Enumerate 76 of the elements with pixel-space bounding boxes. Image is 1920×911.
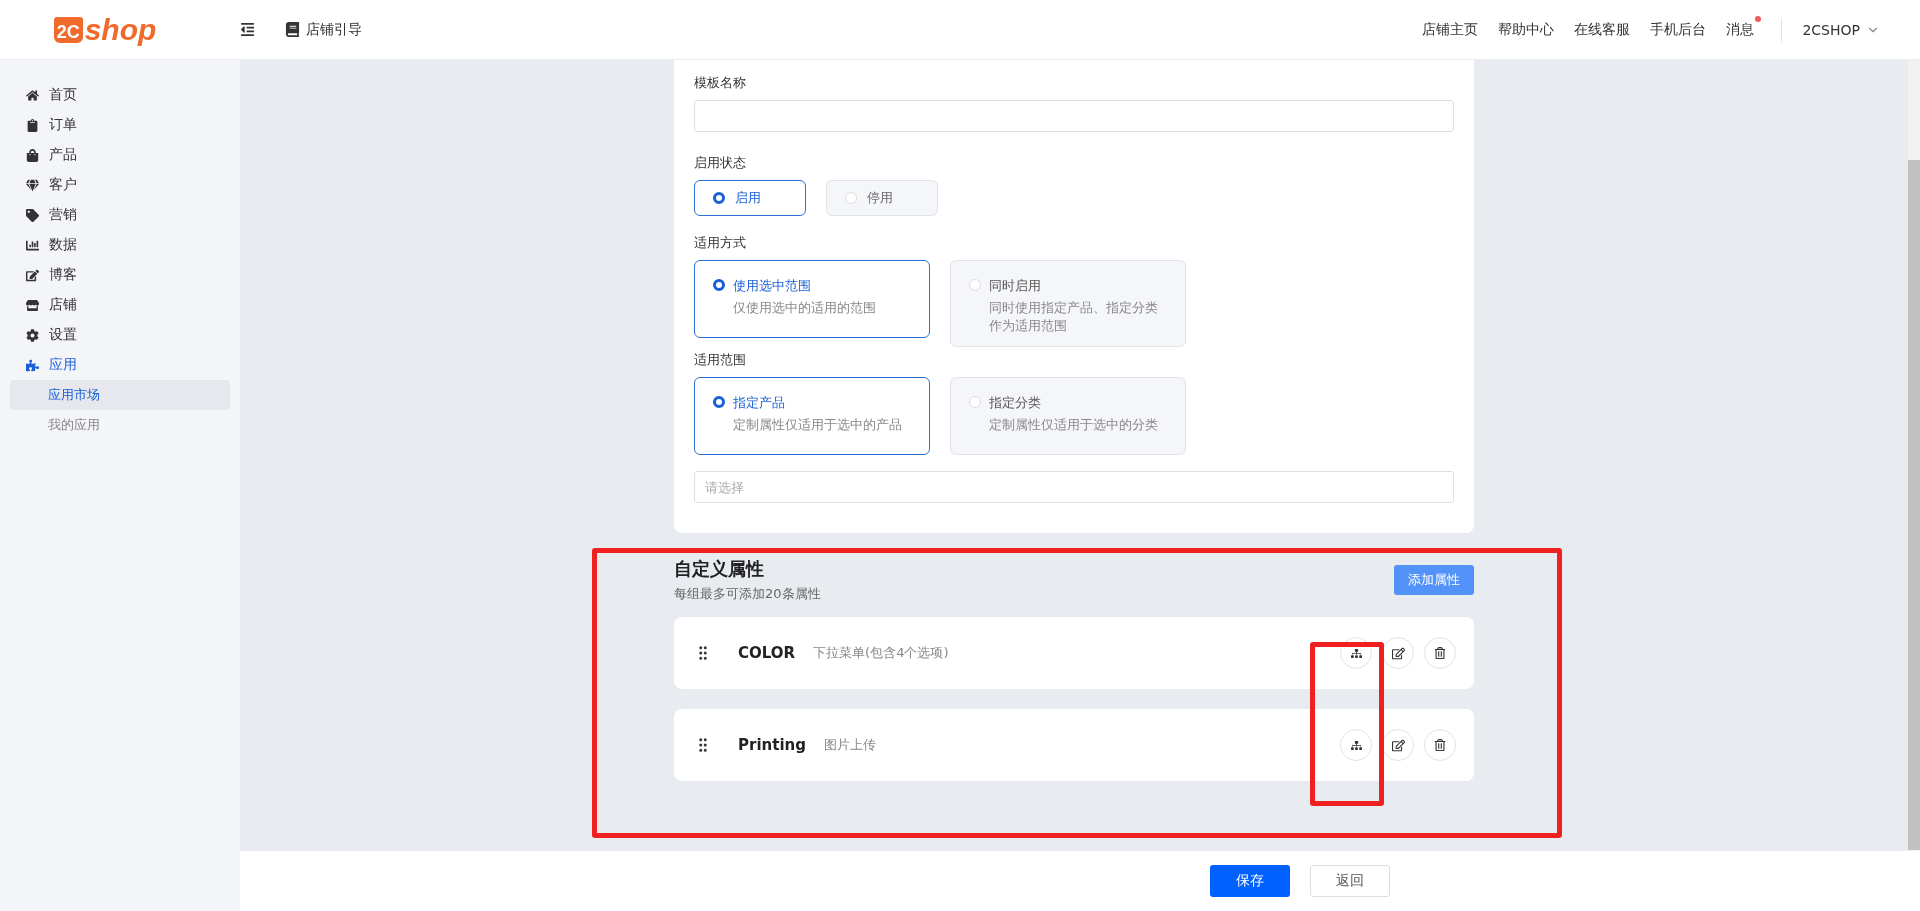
option-description: 定制属性仅适用于选中的分类: [989, 416, 1158, 434]
save-button[interactable]: 保存: [1210, 865, 1290, 897]
option-title: 同时启用: [989, 277, 1042, 295]
delete-button[interactable]: [1424, 637, 1456, 669]
nav-icon: [26, 328, 39, 342]
sidebar-item[interactable]: 店铺: [10, 290, 230, 320]
header-link[interactable]: 在线客服: [1574, 20, 1631, 39]
nav-icon: [26, 358, 39, 372]
edit-icon: [1391, 646, 1405, 660]
back-button[interactable]: 返回: [1310, 865, 1390, 897]
attribute-type: 图片上传: [823, 736, 876, 754]
template-name-field[interactable]: [694, 100, 1454, 132]
option-description: 同时使用指定产品、指定分类作为适用范围: [989, 299, 1159, 334]
sidebar-item[interactable]: 客户: [10, 170, 230, 200]
radio-option[interactable]: 停用: [826, 180, 938, 216]
option-title: 指定产品: [733, 394, 786, 412]
hierarchy-button[interactable]: [1340, 729, 1372, 761]
sidebar-item[interactable]: 首页: [10, 80, 230, 110]
attribute-name: Printing: [738, 736, 806, 754]
edit-button[interactable]: [1382, 637, 1414, 669]
option-card[interactable]: 指定产品 定制属性仅适用于选中的产品: [694, 377, 930, 455]
nav-icon: [26, 268, 39, 282]
store-guide-link[interactable]: 店铺引导: [306, 20, 362, 39]
edit-icon: [1391, 738, 1405, 752]
header-link[interactable]: 店铺主页: [1422, 20, 1479, 39]
sidebar-item[interactable]: 订单: [10, 110, 230, 140]
field-label: 适用方式: [694, 234, 747, 252]
attribute-type: 下拉菜单(包含4个选项): [813, 644, 949, 662]
sidebar-item[interactable]: 产品: [10, 140, 230, 170]
radio-icon: [713, 279, 725, 291]
nav-icon: [26, 208, 39, 222]
account-menu[interactable]: 2CSHOP: [1802, 21, 1880, 38]
option-card[interactable]: 同时启用 同时使用指定产品、指定分类作为适用范围: [950, 260, 1186, 347]
option-title: 使用选中范围: [733, 277, 812, 295]
scrollbar-thumb[interactable]: [1908, 160, 1920, 850]
book-icon: [285, 22, 300, 37]
select-field[interactable]: 请选择: [694, 471, 1454, 503]
section-subtitle: 每组最多可添加20条属性: [674, 585, 821, 603]
nav-icon: [26, 88, 39, 102]
radio-icon: [969, 396, 981, 408]
sitemap-icon: [1350, 647, 1362, 659]
option-card[interactable]: 指定分类 定制属性仅适用于选中的分类: [950, 377, 1186, 455]
header-link[interactable]: 帮助中心: [1498, 20, 1555, 39]
sidebar-item[interactable]: 设置: [10, 320, 230, 350]
sidebar-subitem[interactable]: 应用市场: [10, 380, 230, 410]
sidebar-item[interactable]: 博客: [10, 260, 230, 290]
menu-icon[interactable]: [240, 22, 255, 37]
sidebar-item[interactable]: 营销: [10, 200, 230, 230]
nav-icon: [26, 298, 39, 312]
edit-button[interactable]: [1382, 729, 1414, 761]
delete-button[interactable]: [1424, 729, 1456, 761]
nav-icon: [26, 178, 39, 192]
radio-icon: [713, 192, 725, 204]
nav-icon: [26, 148, 39, 162]
option-card[interactable]: 使用选中范围 仅使用选中的适用的范围: [694, 260, 930, 338]
option-description: 仅使用选中的适用的范围: [733, 299, 876, 317]
option-description: 定制属性仅适用于选中的产品: [733, 416, 902, 434]
trash-icon: [1434, 739, 1446, 751]
nav-icon: [26, 118, 39, 132]
sidebar-item[interactable]: 数据: [10, 230, 230, 260]
field-label: 适用范围: [694, 351, 747, 369]
sitemap-icon: [1350, 739, 1362, 751]
field-label: 启用状态: [694, 154, 747, 172]
messages-link[interactable]: 消息: [1726, 20, 1755, 39]
radio-icon: [713, 396, 725, 408]
field-label: 模板名称: [694, 74, 747, 92]
option-title: 指定分类: [989, 394, 1042, 412]
attribute-name: COLOR: [738, 644, 796, 662]
nav-icon: [26, 238, 39, 252]
radio-icon: [845, 192, 857, 204]
trash-icon: [1434, 647, 1446, 659]
sidebar-item[interactable]: 应用: [10, 350, 230, 380]
section-title: 自定义属性: [674, 557, 765, 581]
header-link[interactable]: 手机后台: [1650, 20, 1707, 39]
radio-icon: [969, 279, 981, 291]
radio-option[interactable]: 启用: [694, 180, 806, 216]
